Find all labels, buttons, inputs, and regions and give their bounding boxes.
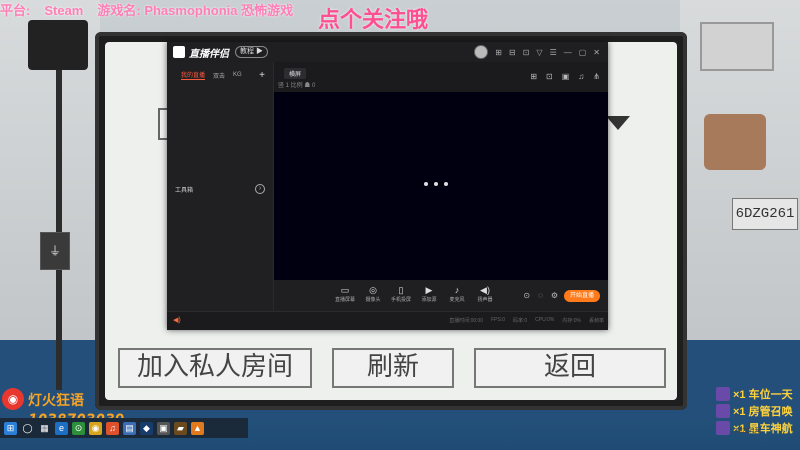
tab-double[interactable]: 双击 xyxy=(213,71,225,80)
status-bar: ◀) 直播时间:00:00 FPS:0 码率:0 CPU:0% 内存:0% 丢帧… xyxy=(167,311,608,330)
tutorial-button[interactable]: 教程 ▶ xyxy=(235,46,268,58)
gift-thumb-icon xyxy=(716,387,730,401)
platform-name: Steam xyxy=(44,3,84,18)
status-memory: 内存:0% xyxy=(562,318,581,324)
edge-icon[interactable]: e xyxy=(55,421,68,435)
scene-sub: 竖 1 比例 ☗ 0 xyxy=(278,83,316,89)
app-main: 横屏 竖 1 比例 ☗ 0 ⊞ ⊡ ▣ ♫ ⋔ ▭ 直播屏幕 ◎ 摄像头 ▯ 手机投屏… xyxy=(274,62,608,312)
gift-item: ×1 车位一天 xyxy=(716,386,800,402)
steam-icon[interactable]: ◆ xyxy=(140,421,153,435)
lock-icon[interactable]: ⊡ xyxy=(546,72,553,81)
bell-icon[interactable]: ♫ xyxy=(578,72,584,81)
back-button[interactable]: 返回 xyxy=(474,348,666,388)
camera-icon: ◎ xyxy=(369,285,377,295)
app-icon[interactable]: ▣ xyxy=(157,421,170,435)
game-name: 游戏名: Phasmophonia 恐怖游戏 xyxy=(97,3,294,18)
stream-companion-window: 直播伴侣 教程 ▶ ⊞ ⊟ ⊡ ▽ ☰ — ▢ ✕ 我的直播 双击 KG + 工… xyxy=(167,42,608,330)
app-titlebar: 直播伴侣 教程 ▶ ⊞ ⊟ ⊡ ▽ ☰ — ▢ ✕ xyxy=(167,42,608,62)
stream-info: 平台: Steam 游戏名: Phasmophonia 恐怖游戏 xyxy=(0,0,307,19)
music-icon[interactable]: ♫ xyxy=(106,421,119,435)
settings-icon[interactable]: ⚙ xyxy=(551,291,558,300)
menu-icon[interactable]: ☰ xyxy=(550,48,557,57)
status-drop-rate: 丢帧率 xyxy=(588,318,604,324)
browser-icon[interactable]: ⊙ xyxy=(72,421,85,435)
record-icon[interactable]: ⊙ xyxy=(523,291,530,300)
share-icon[interactable]: ⋔ xyxy=(593,72,600,81)
minimize-icon[interactable]: — xyxy=(564,48,572,57)
close-icon[interactable]: ✕ xyxy=(593,48,600,57)
microphone-icon: ♪ xyxy=(454,285,460,295)
speaker-button[interactable]: ◀) 扬声器 xyxy=(472,284,498,303)
task-view-icon[interactable]: ▦ xyxy=(38,422,51,435)
layout-icon[interactable]: ⊞ xyxy=(495,48,502,57)
chevron-right-icon[interactable]: › xyxy=(255,184,265,194)
platform-prefix: 平台: xyxy=(0,3,31,18)
screen-icon: ▭ xyxy=(340,285,350,295)
start-live-button[interactable]: 开始直播 xyxy=(564,290,600,302)
switch-box: ⏚ xyxy=(40,232,70,270)
gift-thumb-icon xyxy=(716,404,730,418)
toolbox-label: 工具箱 xyxy=(175,187,194,194)
dropdown-arrow-icon xyxy=(606,116,630,130)
join-private-room-button[interactable]: 加入私人房间 xyxy=(118,348,312,388)
search-icon[interactable]: ◯ xyxy=(21,422,34,435)
window-icon[interactable]: ▣ xyxy=(562,72,570,81)
microphone-button[interactable]: ♪ 麦克风 xyxy=(444,284,470,303)
gift-thumb-icon xyxy=(716,421,730,435)
source-toolbar: ▭ 直播屏幕 ◎ 摄像头 ▯ 手机投屏 ▶ 添加源 ♪ 麦克风 ◀) 扬声器 ⊙ ◌ ⚙ 开… xyxy=(274,280,608,312)
brand-text: 灯火狂语 xyxy=(28,393,84,409)
game-icon[interactable]: ▰ xyxy=(174,421,187,435)
add-icon[interactable]: + xyxy=(259,70,265,81)
speaker xyxy=(28,20,88,70)
camera-button[interactable]: ◎ 摄像头 xyxy=(360,284,386,303)
sidebar-tabs: 我的直播 双击 KG + xyxy=(167,62,273,82)
gift-item: ×1 房管召唤 xyxy=(716,403,800,419)
scene-chip[interactable]: 横屏 xyxy=(284,68,307,79)
status-items: 直播时间:00:00 FPS:0 码率:0 CPU:0% 内存:0% 丢帧率 xyxy=(449,317,604,324)
window-controls: ⊞ ⊟ ⊡ ▽ ☰ — ▢ ✕ xyxy=(474,45,608,59)
scene-icons: ⊞ ⊡ ▣ ♫ ⋔ xyxy=(530,72,600,81)
tab-kg[interactable]: KG xyxy=(233,72,242,78)
phone-icon: ▯ xyxy=(398,285,404,295)
phone-cast-button[interactable]: ▯ 手机投屏 xyxy=(388,284,414,303)
add-source-button[interactable]: ▶ 添加源 xyxy=(416,284,442,303)
timestamp: 2022/1/6 xyxy=(734,428,762,435)
grid-icon[interactable]: ⊞ xyxy=(530,72,537,81)
app-name: 直播伴侣 xyxy=(189,48,229,60)
chrome-icon[interactable]: ◉ xyxy=(89,421,102,435)
status-fps: FPS:0 xyxy=(491,317,505,323)
fuse-box xyxy=(704,114,766,170)
volume-icon[interactable]: ◀) xyxy=(173,316,181,324)
scene-bar: 横屏 竖 1 比例 ☗ 0 ⊞ ⊡ ▣ ♫ ⋔ xyxy=(274,62,608,92)
util-icons: ⊙ ◌ ⚙ xyxy=(523,291,558,300)
status-cpu: CPU:0% xyxy=(535,317,555,323)
live-screen-button[interactable]: ▭ 直播屏幕 xyxy=(332,284,358,303)
loop-icon[interactable]: ◌ xyxy=(538,291,543,300)
maximize-icon[interactable]: ▢ xyxy=(579,48,587,57)
status-live-time: 直播时间:00:00 xyxy=(449,318,484,324)
filter-icon[interactable]: ▽ xyxy=(536,48,542,57)
loading-indicator xyxy=(424,182,448,186)
tab-my-live[interactable]: 我的直播 xyxy=(181,70,206,80)
toolbox-row[interactable]: 工具箱 › xyxy=(175,184,265,194)
speaker-icon: ◀) xyxy=(480,285,490,295)
screen-icon[interactable]: ⊡ xyxy=(523,48,530,57)
lamp-pole xyxy=(56,70,62,390)
avatar[interactable] xyxy=(474,45,489,59)
follow-banner: 点个关注哦 xyxy=(318,8,429,33)
refresh-button[interactable]: 刷新 xyxy=(332,348,454,388)
start-icon[interactable]: ⊞ xyxy=(4,421,17,435)
brand-logo-icon: ◉ xyxy=(2,388,24,410)
status-bitrate: 码率:0 xyxy=(513,318,528,324)
explorer-icon[interactable]: ▤ xyxy=(123,421,136,435)
stream-companion-icon[interactable]: ▲ xyxy=(191,421,204,435)
app-logo-icon xyxy=(173,46,185,58)
preview-canvas[interactable] xyxy=(274,92,608,280)
split-icon[interactable]: ⊟ xyxy=(509,48,516,57)
taskbar: ⊞ ◯ ▦ e ⊙ ◉ ♫ ▤ ◆ ▣ ▰ ▲ xyxy=(0,418,248,438)
air-vent xyxy=(700,22,774,71)
license-plate: 6DZG261 xyxy=(732,198,798,230)
play-icon: ▶ xyxy=(425,285,433,295)
app-sidebar: 我的直播 双击 KG + 工具箱 › xyxy=(167,62,274,312)
